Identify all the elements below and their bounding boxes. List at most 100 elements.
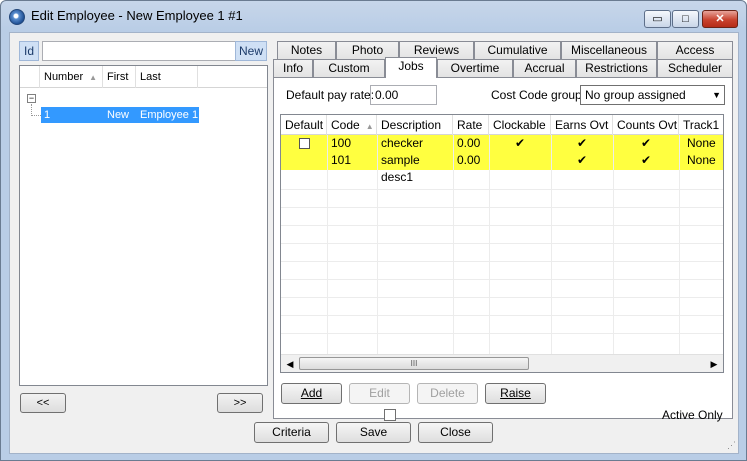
save-button[interactable]: Save [336,422,411,443]
cell-track1: None [687,136,716,150]
col-counts-ovt[interactable]: Counts Ovt [613,115,679,135]
tab-notes[interactable]: Notes [277,41,336,59]
tab-restrictions[interactable]: Restrictions [576,59,657,77]
client-area: Id New Number ▲ First Last − 1 New Employ… [9,32,739,454]
cell-code: 101 [331,153,352,167]
grid-line [281,261,723,262]
col-track1[interactable]: Track1 [679,115,723,135]
tree-cell-last: Employee 1 [140,109,199,121]
scroll-right-icon[interactable]: ▶ [707,357,721,371]
cell-code: 100 [331,136,352,150]
tab-access[interactable]: Access [657,41,733,59]
grid-line [679,135,680,354]
grid-line [281,243,723,244]
cell-earns-ovt[interactable]: ✔ [551,135,613,152]
tree-cell-first: New [107,109,130,121]
grid-line [327,135,328,354]
cell-default[interactable] [281,152,327,169]
edit-employee-window: Edit Employee - New Employee 1 #1 ▭ □ ✕ … [0,0,747,461]
employee-tree[interactable]: Number ▲ First Last − 1 New Employee 1 [19,65,268,386]
tree-row-selected[interactable]: 1 New Employee 1 [41,107,199,123]
cell-counts-ovt[interactable]: ✔ [613,152,679,169]
column-header-first[interactable]: First [103,66,136,88]
delete-job-button[interactable]: Delete [417,383,478,404]
grid-line [281,225,723,226]
table-row[interactable]: 101 sample desc1 0.00 ✔ ✔ None [281,152,723,184]
col-clockable[interactable]: Clockable [489,115,551,135]
col-default[interactable]: Default [281,115,327,135]
pay-rate-input[interactable]: 0.00 [370,85,437,105]
window-title: Edit Employee - New Employee 1 #1 [31,8,243,23]
col-earns-ovt[interactable]: Earns Ovt [551,115,613,135]
column-header-number-label: Number [44,71,84,83]
cell-clockable[interactable] [489,152,551,169]
sort-ascending-icon: ▲ [89,73,98,82]
grid-line [281,279,723,280]
id-search-input[interactable] [42,41,238,61]
next-button[interactable]: >> [217,393,263,413]
cell-earns-ovt[interactable]: ✔ [551,152,613,169]
col-code-label: Code [331,118,360,132]
sort-ascending-icon: ▲ [365,122,374,131]
minimize-button[interactable]: ▭ [644,10,671,28]
column-header-last[interactable]: Last [136,66,198,88]
title-bar[interactable]: Edit Employee - New Employee 1 #1 ▭ □ ✕ [1,1,746,31]
app-icon [9,9,25,25]
cell-description: sample desc1 [381,153,420,184]
cell-rate: 0.00 [457,136,481,150]
active-only-checkbox[interactable] [384,409,396,421]
add-job-button[interactable]: Add [281,383,342,404]
tab-scheduler[interactable]: Scheduler [657,59,733,77]
cell-counts-ovt[interactable]: ✔ [613,135,679,152]
tree-collapse-icon[interactable]: − [27,94,36,103]
new-employee-button[interactable]: New [235,41,267,61]
col-description[interactable]: Description [377,115,453,135]
cell-default[interactable] [281,135,327,152]
grid-line [281,297,723,298]
cell-description: checker [381,136,424,150]
tab-miscellaneous[interactable]: Miscellaneous [561,41,657,59]
cost-code-label: Cost Code group: [491,88,586,102]
raise-job-label: Raise [500,386,531,400]
grid-line [489,135,490,354]
default-checkbox[interactable] [298,138,310,150]
tab-custom[interactable]: Custom [313,59,385,77]
add-job-label: Add [300,386,323,400]
grid-line [281,189,723,190]
close-button[interactable]: Close [418,422,493,443]
tab-control: Notes Photo Reviews Cumulative Miscellan… [273,41,733,419]
scroll-left-icon[interactable]: ◀ [283,357,297,371]
tab-info[interactable]: Info [273,59,313,77]
horizontal-scrollbar[interactable]: ◀ III ▶ [281,354,723,372]
grid-line [613,135,614,354]
close-window-button[interactable]: ✕ [702,10,738,28]
grid-line [281,333,723,334]
dropdown-arrow-icon: ▼ [712,90,721,100]
active-only-label: Active Only [662,408,723,422]
jobs-panel: Default pay rate: 0.00 Cost Code group: … [273,77,733,419]
table-row[interactable]: 100 checker 0.00 ✔ ✔ ✔ None [281,135,723,152]
tab-cumulative[interactable]: Cumulative [474,41,561,59]
grid-line [453,135,454,354]
raise-job-button[interactable]: Raise [485,383,546,404]
cost-code-value: No group assigned [585,88,686,102]
tab-jobs[interactable]: Jobs [385,57,437,78]
cell-track1: None [687,153,716,167]
maximize-button[interactable]: □ [672,10,699,28]
cell-clockable[interactable]: ✔ [489,135,551,152]
criteria-button[interactable]: Criteria [254,422,329,443]
cost-code-select[interactable]: No group assigned ▼ [580,85,725,105]
tree-connector [31,115,41,116]
previous-button[interactable]: << [20,393,66,413]
jobs-grid[interactable]: Default Code ▲ Description Rate Clockable… [280,114,724,373]
col-rate[interactable]: Rate [453,115,489,135]
scrollbar-thumb[interactable]: III [299,357,529,370]
tab-overtime[interactable]: Overtime [437,59,513,77]
grid-line [551,135,552,354]
col-code[interactable]: Code ▲ [327,115,377,135]
column-header-number[interactable]: Number ▲ [40,66,103,88]
grid-line [281,315,723,316]
edit-job-button[interactable]: Edit [349,383,410,404]
tab-accrual[interactable]: Accrual [513,59,576,77]
resize-grip-icon[interactable]: ⋰ [727,440,736,451]
